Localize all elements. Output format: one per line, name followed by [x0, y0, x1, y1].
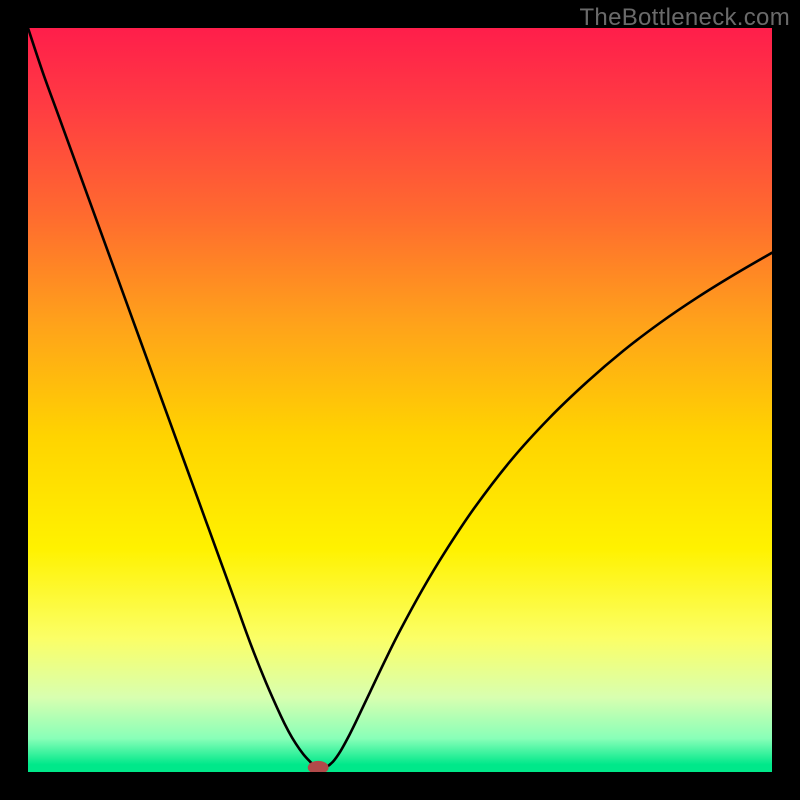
- chart-frame: [28, 28, 772, 772]
- watermark-text: TheBottleneck.com: [579, 4, 790, 32]
- bottleneck-chart: [28, 28, 772, 772]
- chart-background: [28, 28, 772, 772]
